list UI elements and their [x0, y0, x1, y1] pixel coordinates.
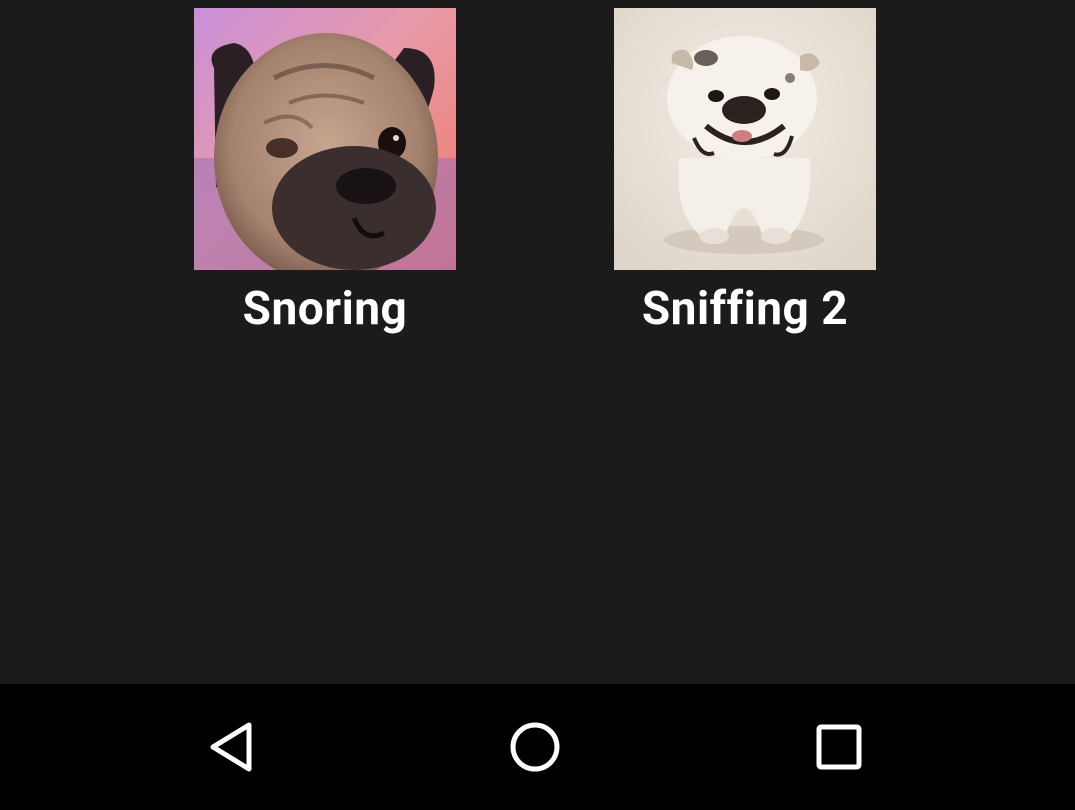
system-navigation-bar — [0, 684, 1075, 810]
sound-tile-snoring[interactable]: Snoring — [194, 8, 456, 337]
sound-tile-sniffing-2[interactable]: Sniffing 2 — [614, 8, 876, 337]
recents-icon — [816, 724, 862, 770]
recents-button[interactable] — [769, 684, 909, 810]
home-icon — [510, 722, 560, 772]
back-button[interactable] — [163, 684, 303, 810]
bulldog-image — [614, 8, 876, 270]
home-button[interactable] — [465, 684, 605, 810]
sound-label: Snoring — [242, 282, 408, 336]
sound-label: Sniffing 2 — [641, 282, 849, 336]
sound-grid: Snoring Sniffing 2 — [0, 0, 1075, 684]
pug-image — [194, 8, 456, 270]
back-icon — [210, 722, 252, 772]
